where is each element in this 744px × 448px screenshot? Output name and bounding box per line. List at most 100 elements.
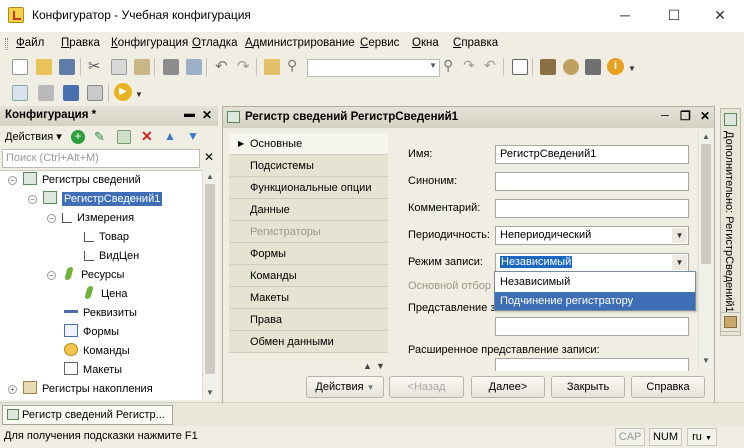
copy-icon[interactable] (111, 59, 127, 75)
tree-item-accum-registers[interactable]: + Регистры накопления (8, 380, 153, 399)
paste-icon[interactable] (134, 59, 150, 75)
actions-menu[interactable]: Действия ▾ (5, 130, 62, 143)
tab-data[interactable]: Данные (229, 199, 388, 221)
open-icon[interactable] (36, 59, 52, 75)
menu-edit[interactable]: Правка (61, 37, 100, 49)
extended-record-view-input[interactable] (495, 358, 689, 371)
tree-item-dimensions[interactable]: − Измерения (47, 209, 134, 228)
menu-configuration[interactable]: Конфигурация (111, 37, 188, 49)
tab-functional-options[interactable]: Функциональные опции (229, 177, 388, 199)
tree-item-commands[interactable]: Команды (64, 342, 130, 361)
tree-item-resources[interactable]: − Ресурсы (47, 266, 124, 285)
run-chevron-down-icon[interactable]: ▼ (135, 90, 143, 99)
help-button[interactable]: Справка (631, 376, 705, 398)
menu-help[interactable]: Справка (453, 37, 498, 49)
actions-button[interactable]: Действия ▼ (306, 376, 384, 398)
menu-debug[interactable]: Отладка (192, 37, 237, 49)
tree-item-vidcen[interactable]: ВидЦен (84, 247, 139, 266)
collapse-icon[interactable]: − (8, 176, 17, 185)
close-window-button[interactable]: ✕ (705, 4, 735, 26)
search-combo[interactable]: ▼ (307, 59, 440, 77)
collapse-icon[interactable]: − (47, 214, 56, 223)
syntax-assistant-icon[interactable] (540, 59, 556, 75)
scroll-down-icon[interactable]: ▼ (206, 388, 214, 397)
editor-restore-icon[interactable]: ❐ (680, 109, 691, 123)
tree-item-tovar[interactable]: Товар (84, 228, 129, 247)
cut-icon[interactable]: ✂ (88, 57, 101, 75)
chevron-down-icon[interactable]: ▼ (672, 228, 687, 243)
edit-icon[interactable]: ✎ (94, 129, 105, 145)
tab-subsystems[interactable]: Подсистемы (229, 155, 388, 177)
info-icon[interactable]: i (607, 58, 624, 75)
tab-data-exchange[interactable]: Обмен данными (229, 331, 388, 353)
expand-icon[interactable]: + (8, 385, 17, 394)
tree-item-register1[interactable]: − РегистрСведений1 (28, 190, 163, 209)
menu-windows[interactable]: Окна (412, 37, 439, 49)
help-content-icon[interactable] (585, 59, 601, 75)
tree-item-attributes[interactable]: Реквизиты (64, 304, 137, 323)
chevron-down-icon[interactable]: ▼ (429, 61, 437, 70)
save-icon[interactable] (59, 59, 75, 75)
language-indicator[interactable]: ru ▼ (687, 428, 717, 446)
toolbar-chevron-down-icon[interactable]: ▼ (628, 64, 636, 73)
delete-icon[interactable]: ✕ (141, 128, 153, 145)
scroll-down-icon[interactable]: ▼ (702, 356, 710, 365)
dropdown-option-subordinate[interactable]: Подчинение регистратору (495, 292, 695, 310)
editor-close-icon[interactable]: ✕ (700, 109, 710, 123)
maximize-button[interactable]: ☐ (659, 4, 689, 26)
next-button[interactable]: Далее> (471, 376, 545, 398)
move-up-icon[interactable]: ▲ (164, 129, 176, 143)
name-input[interactable]: РегистрСведений1 (495, 145, 689, 164)
synonym-input[interactable] (495, 172, 689, 191)
tree-item-info-registers[interactable]: − Регистры сведений (8, 171, 141, 190)
tab-commands[interactable]: Команды (229, 265, 388, 287)
close-button[interactable]: Закрыть (551, 376, 625, 398)
find-down-icon[interactable]: ↷ (463, 57, 475, 74)
scrollbar-thumb[interactable] (701, 144, 711, 264)
scroll-up-icon[interactable]: ▲ (206, 172, 214, 181)
scrollbar-thumb[interactable] (205, 184, 215, 374)
print-icon[interactable] (163, 59, 179, 75)
calculator-icon[interactable] (38, 85, 54, 101)
tree-item-forms[interactable]: Формы (64, 323, 119, 342)
record-view-input[interactable] (495, 317, 689, 336)
tab-templates[interactable]: Макеты (229, 287, 388, 309)
write-mode-select[interactable]: Независимый ▼ (495, 253, 689, 272)
table-icon[interactable] (87, 85, 103, 101)
preview-icon[interactable] (186, 59, 202, 75)
panel-close-icon[interactable]: ✕ (202, 108, 212, 122)
scroll-up-icon[interactable]: ▲ (702, 132, 710, 141)
editor-scrollbar[interactable]: ▲ ▼ (698, 130, 713, 370)
side-tab-additional[interactable]: Дополнительно: РегистрСведений1 (720, 108, 741, 336)
menu-service[interactable]: Сервис (360, 37, 399, 49)
tab-main[interactable]: ▶ Основные (229, 133, 388, 155)
add-icon[interactable]: + (71, 130, 85, 144)
pin-icon[interactable]: ▬ (184, 108, 195, 120)
undo-icon[interactable]: ↶ (215, 57, 228, 75)
redo-icon[interactable]: ↷ (237, 57, 250, 75)
comment-input[interactable] (495, 199, 689, 218)
collapse-icon[interactable]: − (28, 195, 37, 204)
chevron-down-icon[interactable]: ▼ (672, 255, 687, 270)
tabs-scroll-up-icon[interactable]: ▲ (363, 361, 372, 371)
periodicity-select[interactable]: Непериодический ▼ (495, 226, 689, 245)
config-search-input[interactable]: Поиск (Ctrl+Alt+M) (2, 149, 200, 168)
database-icon[interactable] (63, 85, 79, 101)
copy-item-icon[interactable] (117, 130, 131, 144)
search-icon[interactable]: ⚲ (287, 57, 297, 74)
config-tree-icon[interactable] (12, 85, 28, 101)
context-help-icon[interactable] (563, 59, 579, 75)
new-icon[interactable] (12, 59, 28, 75)
collapse-icon[interactable]: − (47, 271, 56, 280)
run-debug-icon[interactable]: ▶ (114, 83, 132, 101)
tree-scrollbar[interactable]: ▲ ▼ (202, 170, 217, 400)
find-in-tree-icon[interactable] (264, 59, 280, 75)
tab-rights[interactable]: Права (229, 309, 388, 331)
menu-administration[interactable]: Администрирование (245, 37, 355, 49)
move-down-icon[interactable]: ▼ (187, 129, 199, 143)
tree-item-cena[interactable]: Цена (84, 285, 127, 304)
tab-forms[interactable]: Формы (229, 243, 388, 265)
tree-item-templates[interactable]: Макеты (64, 361, 122, 380)
clear-search-icon[interactable]: ✕ (204, 150, 214, 164)
dropdown-option-independent[interactable]: Независимый (495, 273, 695, 291)
